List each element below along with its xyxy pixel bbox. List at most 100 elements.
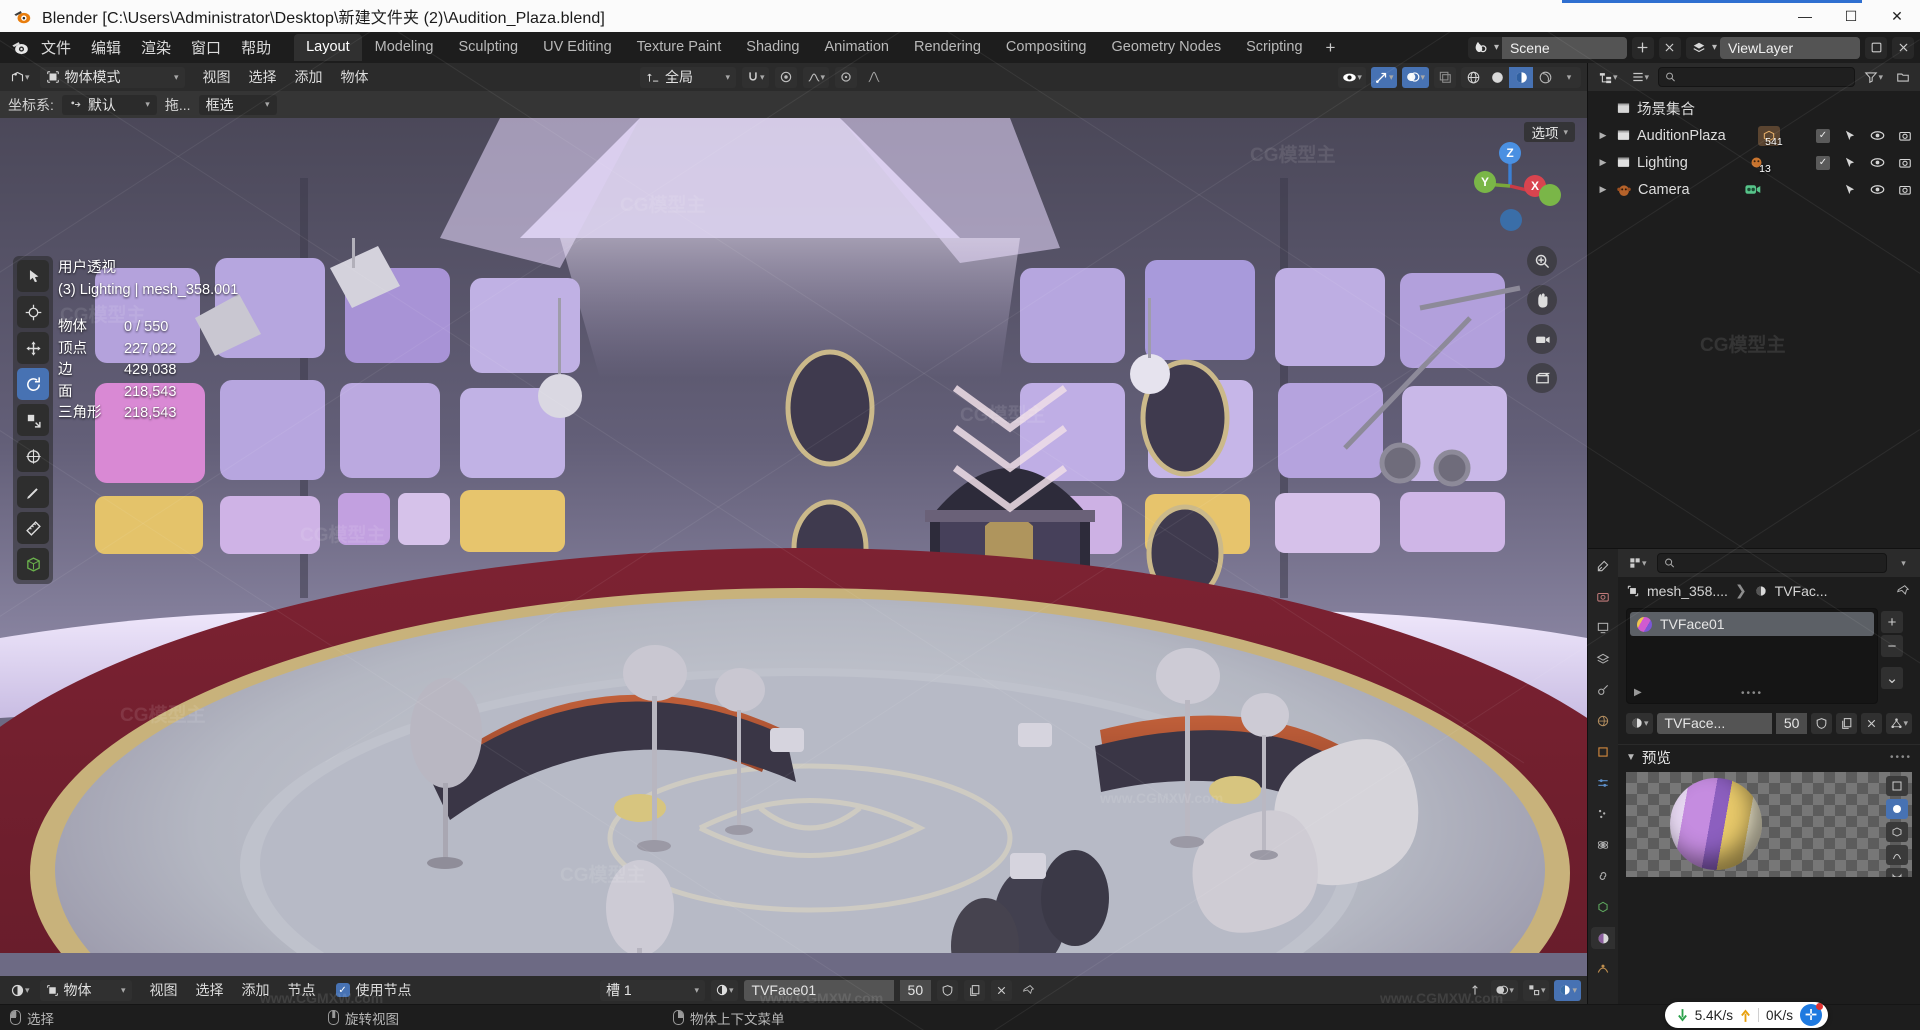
menu-edit[interactable]: 编辑	[82, 34, 130, 61]
outliner-row-lighting[interactable]: ▶ Lighting 13 ✓	[1588, 149, 1920, 176]
breadcrumb-material-label[interactable]: TVFac...	[1775, 583, 1828, 599]
use-nodes-checkbox[interactable]: ✓	[335, 983, 350, 997]
auditionplaza-expand-arrow-icon[interactable]: ▶	[1596, 130, 1610, 141]
tab-uv-editing[interactable]: UV Editing	[531, 34, 624, 61]
sh-menu-view[interactable]: 视图	[142, 978, 186, 1002]
drag-action-dropdown[interactable]: 框选 ▾	[198, 94, 277, 115]
tab-rendering[interactable]: Rendering	[902, 34, 993, 61]
shader-editor-type-icon[interactable]: ▾	[6, 980, 34, 1001]
preview-sphere-button[interactable]	[1886, 799, 1908, 819]
camera-render-camera-icon[interactable]	[1898, 183, 1912, 197]
close-button[interactable]: ✕	[1874, 0, 1920, 32]
scene-selector[interactable]: ▾ Scene	[1467, 36, 1627, 59]
use-nodes-toggle[interactable]: ✓ 使用节点	[335, 980, 412, 1000]
snap-magnet-button[interactable]: ▾	[742, 66, 769, 88]
proportional-curve-icon[interactable]	[863, 67, 885, 88]
outliner-scene-collection-row[interactable]: 场景集合	[1588, 95, 1920, 122]
camera-selectable-icon[interactable]	[1843, 183, 1857, 197]
blender-logo-icon[interactable]	[6, 38, 32, 57]
unlink-material-button[interactable]	[991, 979, 1013, 1001]
network-app-icon[interactable]: ✛	[1800, 1003, 1823, 1026]
shader-material-name-field[interactable]: TVFace01	[743, 979, 894, 1001]
properties-options-chevron-icon[interactable]: ▾	[1893, 553, 1914, 574]
node-overlay-button[interactable]: ▾	[1491, 979, 1518, 1001]
move-view-button[interactable]	[1527, 285, 1557, 315]
fake-user-button[interactable]	[937, 979, 959, 1001]
viewport-options-button[interactable]: 选项 ▾	[1524, 122, 1575, 142]
browse-material-datablock-button[interactable]: ▾	[1626, 712, 1653, 734]
transform-tool-button[interactable]	[17, 440, 49, 472]
material-duplicate-button[interactable]	[1836, 712, 1858, 734]
camera-expand-arrow-icon[interactable]: ▶	[1596, 184, 1610, 195]
vp-menu-view[interactable]: 视图	[195, 65, 239, 89]
shading-rendered-button[interactable]	[1533, 67, 1557, 88]
measure-tool-button[interactable]	[17, 512, 49, 544]
toggle-ortho-perspective-button[interactable]	[1527, 363, 1557, 393]
properties-editor-type-icon[interactable]: ▾	[1624, 553, 1651, 574]
tab-shading[interactable]: Shading	[734, 34, 811, 61]
vp-menu-object[interactable]: 物体	[333, 65, 377, 89]
material-fake-user-button[interactable]	[1811, 712, 1833, 734]
menu-window[interactable]: 窗口	[182, 34, 230, 61]
gizmo-axis-z[interactable]: Z	[1499, 142, 1521, 164]
transform-orientation-dropdown[interactable]: 全局 ▾	[640, 66, 736, 88]
vp-menu-add[interactable]: 添加	[287, 65, 331, 89]
show-gizmo-button[interactable]: ▾	[1370, 66, 1398, 88]
node-preview-button[interactable]: ▾	[1554, 979, 1581, 1001]
scale-tool-button[interactable]	[17, 404, 49, 436]
lighting-render-camera-icon[interactable]	[1898, 156, 1912, 170]
tab-render-properties[interactable]	[1591, 586, 1615, 608]
lighting-expand-arrow-icon[interactable]: ▶	[1596, 157, 1610, 168]
preview-cloth-button[interactable]	[1886, 868, 1908, 877]
material-slot-list[interactable]: TVFace01 ▶ •••• + − ⌄	[1626, 608, 1903, 704]
slot-list-grip-handle[interactable]: ••••	[1741, 688, 1763, 699]
show-overlays-button[interactable]: ▾	[1402, 66, 1429, 88]
xray-toggle-button[interactable]	[1434, 66, 1456, 88]
outliner-new-collection-icon[interactable]	[1892, 67, 1914, 88]
tab-texture-properties[interactable]	[1591, 958, 1615, 980]
new-scene-button[interactable]	[1631, 36, 1654, 59]
editor-type-icon[interactable]: ▾	[6, 67, 34, 88]
remove-view-layer-button[interactable]	[1892, 36, 1914, 59]
sh-menu-node[interactable]: 节点	[280, 978, 324, 1002]
maximize-button[interactable]: ☐	[1828, 0, 1874, 32]
material-users-count[interactable]: 50	[1775, 712, 1808, 734]
tab-output-properties[interactable]	[1591, 617, 1615, 639]
annotate-tool-button[interactable]	[17, 476, 49, 508]
navigation-gizmo[interactable]: Z X Y	[1467, 142, 1561, 231]
tab-constraint-properties[interactable]	[1591, 865, 1615, 887]
outliner-editor-type-icon[interactable]: ▾	[1594, 67, 1622, 88]
slot-list-expand-arrow-icon[interactable]: ▶	[1634, 687, 1642, 698]
zoom-view-button[interactable]	[1527, 246, 1557, 276]
outliner-search-field[interactable]	[1681, 69, 1849, 85]
material-slot-dropdown[interactable]: 槽 1 ▾	[600, 979, 705, 1001]
network-speed-popup[interactable]: 5.4K/s 0K/s ✛	[1664, 1002, 1828, 1028]
tab-view-layer-properties[interactable]	[1591, 648, 1615, 670]
coord-system-dropdown[interactable]: 默认 ▾	[61, 94, 157, 115]
sh-menu-add[interactable]: 添加	[234, 978, 278, 1002]
menu-file[interactable]: 文件	[32, 34, 80, 61]
preview-cube-button[interactable]	[1886, 822, 1908, 842]
outliner-row-auditionplaza[interactable]: ▶ AuditionPlaza 541 ✓	[1588, 122, 1920, 149]
tab-modifier-properties[interactable]	[1591, 772, 1615, 794]
add-material-slot-button[interactable]: +	[1881, 611, 1903, 633]
new-view-layer-button[interactable]	[1865, 36, 1887, 59]
view-layer-name-field[interactable]: ViewLayer	[1720, 36, 1860, 59]
properties-search-input[interactable]	[1656, 553, 1887, 573]
shading-material-preview-button[interactable]	[1509, 66, 1533, 88]
outliner-display-mode-icon[interactable]: ▾	[1627, 67, 1654, 88]
auditionplaza-hide-eye-icon[interactable]	[1870, 129, 1885, 142]
outliner-filter-icon[interactable]: ▾	[1860, 67, 1887, 88]
gizmo-axis-neg-z[interactable]	[1500, 209, 1522, 231]
properties-search-field[interactable]	[1679, 555, 1880, 571]
proportional-falloff-button[interactable]: ▾	[802, 66, 830, 88]
outliner-row-camera[interactable]: ▶ Camera	[1588, 176, 1920, 203]
auditionplaza-checkbox[interactable]: ✓	[1816, 128, 1830, 143]
rotate-tool-button[interactable]	[17, 368, 49, 400]
tab-modeling[interactable]: Modeling	[363, 34, 446, 61]
visibility-eye-button[interactable]: ▾	[1338, 66, 1366, 88]
menu-help[interactable]: 帮助	[232, 34, 280, 61]
material-slot-row[interactable]: TVFace01	[1630, 612, 1874, 636]
preview-hair-button[interactable]	[1886, 845, 1908, 865]
menu-render[interactable]: 渲染	[132, 34, 180, 61]
